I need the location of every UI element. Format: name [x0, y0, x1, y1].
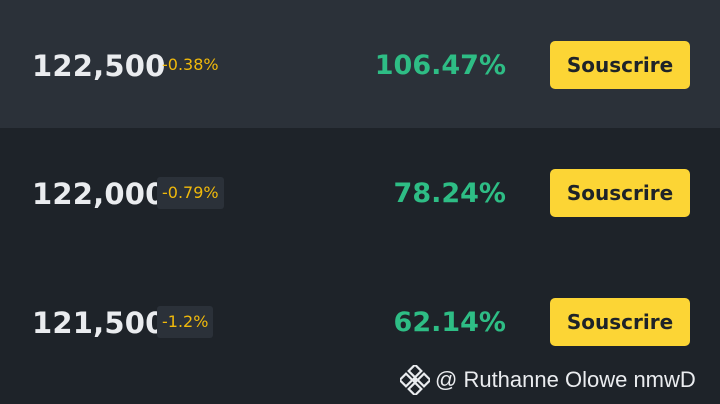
- strike-price: 121,500: [32, 306, 166, 340]
- list-item[interactable]: 122,500 -0.38% 106.47% Souscrire: [0, 0, 720, 128]
- binance-logo-icon: [398, 363, 432, 397]
- strike-price: 122,500: [32, 49, 166, 83]
- creator-watermark: @ Ruthanne Olowe nmwD: [398, 363, 696, 397]
- subscribe-button[interactable]: Souscrire: [550, 169, 690, 217]
- apr-rate: 106.47%: [374, 50, 506, 81]
- apr-rate: 62.14%: [393, 307, 506, 338]
- watermark-handle: @ Ruthanne Olowe nmwD: [435, 367, 696, 392]
- list-item[interactable]: 122,000 -0.79% 78.24% Souscrire: [0, 128, 720, 256]
- apr-rate: 78.24%: [393, 178, 506, 209]
- price-change-badge: -1.2%: [157, 306, 214, 338]
- subscribe-button[interactable]: Souscrire: [550, 298, 690, 346]
- price-change-badge: -0.38%: [162, 55, 219, 74]
- subscribe-button[interactable]: Souscrire: [550, 41, 690, 89]
- price-change-badge: -0.79%: [157, 177, 224, 209]
- product-list: 122,500 -0.38% 106.47% Souscrire 122,000…: [0, 0, 720, 404]
- strike-price: 122,000: [32, 177, 166, 211]
